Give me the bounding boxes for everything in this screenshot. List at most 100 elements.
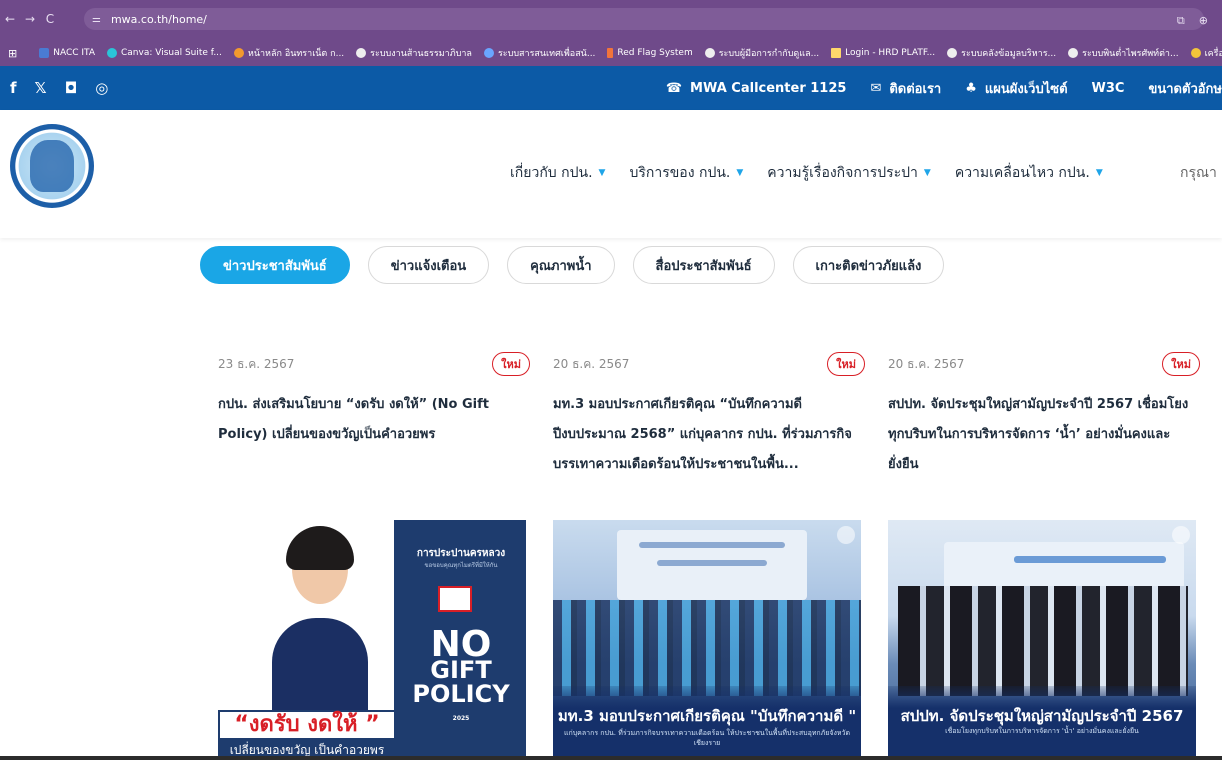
phone-icon: ☎ bbox=[665, 80, 683, 96]
callcenter-link[interactable]: ☎ MWA Callcenter 1125 bbox=[666, 81, 847, 96]
top-links: ☎ MWA Callcenter 1125 ✉ ติดต่อเรา ♣ แผนผังเ… bbox=[666, 66, 1222, 110]
backdrop-text-line bbox=[639, 542, 785, 548]
canva-icon bbox=[107, 48, 117, 58]
poster-policy: POLICY bbox=[412, 680, 510, 708]
nav-news[interactable]: ความเคลื่อนไหว กปน. ▼ bbox=[955, 162, 1103, 184]
news-date: 20 ธ.ค. 2567 bbox=[553, 356, 630, 371]
bookmark-item[interactable]: หน้าหลัก อินทราเน็ต ก... bbox=[228, 46, 350, 60]
person-hair bbox=[286, 526, 354, 570]
nav-knowledge[interactable]: ความรู้เรื่องกิจการประปา ▼ bbox=[767, 162, 931, 184]
x-twitter-icon[interactable]: 𝕏 bbox=[35, 79, 47, 97]
news-tabs: ข่าวประชาสัมพันธ์ ข่าวแจ้งเตือน คุณภาพน้… bbox=[200, 246, 945, 284]
news-card[interactable]: 20 ธ.ค. 2567 ใหม่ สปปท. จัดประชุมใหญ่สาม… bbox=[888, 350, 1200, 760]
group-photo bbox=[898, 586, 1188, 696]
news-image[interactable]: การประปานครหลวง ขอขอบคุณทุกไมตรีที่มีให้… bbox=[218, 520, 526, 760]
bookmark-item[interactable]: ระบบพินต่ำไพรศัพท์ต่า... bbox=[1062, 46, 1184, 60]
poster-year: 2025 bbox=[452, 715, 470, 722]
globe-icon bbox=[704, 48, 715, 58]
w3c-link[interactable]: W3C bbox=[1092, 81, 1125, 96]
line-icon[interactable]: ◘ bbox=[65, 79, 78, 97]
back-icon[interactable]: ← bbox=[0, 12, 20, 26]
page-bottom-edge bbox=[0, 756, 1222, 760]
apps-grid-icon[interactable]: ⊞ bbox=[0, 47, 25, 60]
converter-icon bbox=[1190, 48, 1201, 58]
backdrop-text-line bbox=[657, 560, 767, 566]
chevron-down-icon: ▼ bbox=[1095, 168, 1103, 178]
tab-drought-news[interactable]: เกาะติดข่าวภัยแล้ง bbox=[792, 246, 945, 284]
new-badge: ใหม่ bbox=[1162, 352, 1200, 376]
news-card[interactable]: 23 ธ.ค. 2567 ใหม่ กปน. ส่งเสริมนโยบาย “ง… bbox=[218, 350, 530, 760]
bookmarks-bar: ⊞ NACC ITA Canva: Visual Suite f... หน้า… bbox=[0, 40, 1222, 66]
address-actions: ⧉ ⊕ bbox=[1177, 14, 1208, 28]
poster-no: NO bbox=[430, 624, 492, 665]
poster-subtitle: ขอขอบคุณทุกไมตรีที่มีให้กัน bbox=[424, 562, 498, 569]
sitemap-link[interactable]: ♣ แผนผังเว็บไซต์ bbox=[965, 78, 1067, 99]
globe-icon bbox=[947, 48, 958, 58]
address-row: ← → C ⚌ mwa.co.th/home/ ⧉ ⊕ bbox=[0, 6, 1222, 32]
nav-about[interactable]: เกี่ยวกับ กปน. ▼ bbox=[510, 162, 605, 184]
news-image[interactable]: สปปท. จัดประชุมใหญ่สามัญประจำปี 2567 เชื… bbox=[888, 520, 1196, 760]
font-size-link[interactable]: ขนาดตัวอักษ bbox=[1148, 78, 1222, 99]
instagram-icon[interactable]: ◎ bbox=[95, 79, 108, 97]
red-flag-icon bbox=[607, 48, 614, 58]
logo-emblem bbox=[30, 140, 74, 192]
site-header: เกี่ยวกับ กปน. ▼ บริการของ กปน. ▼ ความรู้เ… bbox=[0, 110, 1222, 238]
facebook-icon[interactable]: f bbox=[10, 79, 17, 97]
globe-icon bbox=[356, 48, 367, 58]
translate-icon[interactable]: ⧉ bbox=[1177, 14, 1185, 28]
sitemap-icon: ♣ bbox=[965, 80, 977, 96]
site-settings-icon[interactable]: ⚌ bbox=[92, 14, 101, 25]
bookmark-item[interactable]: ระบบผู้มีอการกำกับดูแล... bbox=[699, 46, 825, 60]
intranet-icon bbox=[233, 48, 244, 58]
address-bar[interactable]: ⚌ mwa.co.th/home/ bbox=[84, 8, 1204, 30]
new-badge: ใหม่ bbox=[492, 352, 530, 376]
globe-icon bbox=[1068, 48, 1079, 58]
mwa-logo[interactable] bbox=[10, 124, 94, 208]
tab-pr-news[interactable]: ข่าวประชาสัมพันธ์ bbox=[200, 246, 350, 284]
poster-org-title: การประปานครหลวง bbox=[416, 548, 506, 559]
badge-icon bbox=[837, 526, 855, 544]
nacc-icon bbox=[39, 48, 50, 58]
no-gift-policy-text: NO GIFT POLICY 2025 bbox=[404, 624, 518, 732]
bookmark-item[interactable]: Login - HRD PLATF... bbox=[825, 48, 941, 58]
caption-headline: สปปท. จัดประชุมใหญ่สามัญประจำปี 2567 bbox=[900, 707, 1184, 725]
chevron-down-icon: ▼ bbox=[923, 168, 931, 178]
news-title[interactable]: สปปท. จัดประชุมใหญ่สามัญประจำปี 2567 เชื… bbox=[888, 390, 1200, 486]
search-input[interactable]: กรุณา bbox=[1180, 162, 1217, 184]
group-photo bbox=[553, 600, 861, 696]
url-text: mwa.co.th/home/ bbox=[110, 12, 207, 26]
caption-subline: เชื่อมโยงทุกบริบทในการบริหารจัดการ 'น้ำ'… bbox=[945, 727, 1139, 735]
zoom-icon[interactable]: ⊕ bbox=[1199, 14, 1208, 28]
bookmark-item[interactable]: ระบบสารสนเทศเพื่อสนั... bbox=[478, 46, 601, 60]
news-title[interactable]: มท.3 มอบประกาศเกียรติคุณ “บันทึกความดี ป… bbox=[553, 390, 865, 486]
nav-services[interactable]: บริการของ กปน. ▼ bbox=[629, 162, 743, 184]
mail-icon: ✉ bbox=[870, 80, 882, 96]
forward-icon[interactable]: → bbox=[20, 12, 40, 26]
no-gift-panel: การประปานครหลวง ขอขอบคุณทุกไมตรีที่มีให้… bbox=[394, 520, 526, 760]
tab-alerts[interactable]: ข่าวแจ้งเตือน bbox=[367, 246, 490, 284]
image-caption: สปปท. จัดประชุมใหญ่สามัญประจำปี 2567 เชื… bbox=[888, 686, 1196, 760]
tab-pr-media[interactable]: สื่อประชาสัมพันธ์ bbox=[632, 246, 775, 284]
reload-icon[interactable]: C bbox=[40, 12, 60, 26]
news-card[interactable]: 20 ธ.ค. 2567 ใหม่ มท.3 มอบประกาศเกียรติค… bbox=[553, 350, 865, 760]
hrd-platform-icon bbox=[831, 48, 842, 58]
news-image[interactable]: มท.3 มอบประกาศเกียรติคุณ "บันทึกความดี "… bbox=[553, 520, 861, 760]
bookmark-item[interactable]: Canva: Visual Suite f... bbox=[101, 48, 228, 58]
info-system-icon bbox=[483, 48, 494, 58]
site-topbar: f 𝕏 ◘ ◎ ☎ MWA Callcenter 1125 ✉ ติดต่อเรา … bbox=[0, 66, 1222, 110]
news-meta: 23 ธ.ค. 2567 ใหม่ bbox=[218, 350, 530, 378]
tab-water-quality[interactable]: คุณภาพน้ำ bbox=[507, 246, 615, 284]
new-badge: ใหม่ bbox=[827, 352, 865, 376]
contact-link[interactable]: ✉ ติดต่อเรา bbox=[870, 78, 941, 99]
bookmark-item[interactable]: ระบบงานส้านธรรมาภิบาล bbox=[350, 46, 478, 60]
banner-text-line bbox=[1014, 556, 1166, 563]
news-title[interactable]: กปน. ส่งเสริมนโยบาย “งดรับ งดให้” (No Gi… bbox=[218, 390, 530, 486]
gift-icon bbox=[438, 586, 472, 612]
bookmark-item[interactable]: เครื่องมือแปลงข้อควา bbox=[1185, 46, 1222, 60]
chevron-down-icon: ▼ bbox=[598, 168, 606, 178]
news-meta: 20 ธ.ค. 2567 ใหม่ bbox=[888, 350, 1200, 378]
caption-subline: แก่บุคลากร กปน. ที่ร่วมภารกิจบรรเทาความเ… bbox=[563, 729, 850, 747]
bookmark-item[interactable]: ระบบคลังข้อมูลบริหาร... bbox=[941, 46, 1062, 60]
bookmark-item[interactable]: Red Flag System bbox=[601, 48, 698, 58]
bookmark-item[interactable]: NACC ITA bbox=[33, 48, 101, 58]
